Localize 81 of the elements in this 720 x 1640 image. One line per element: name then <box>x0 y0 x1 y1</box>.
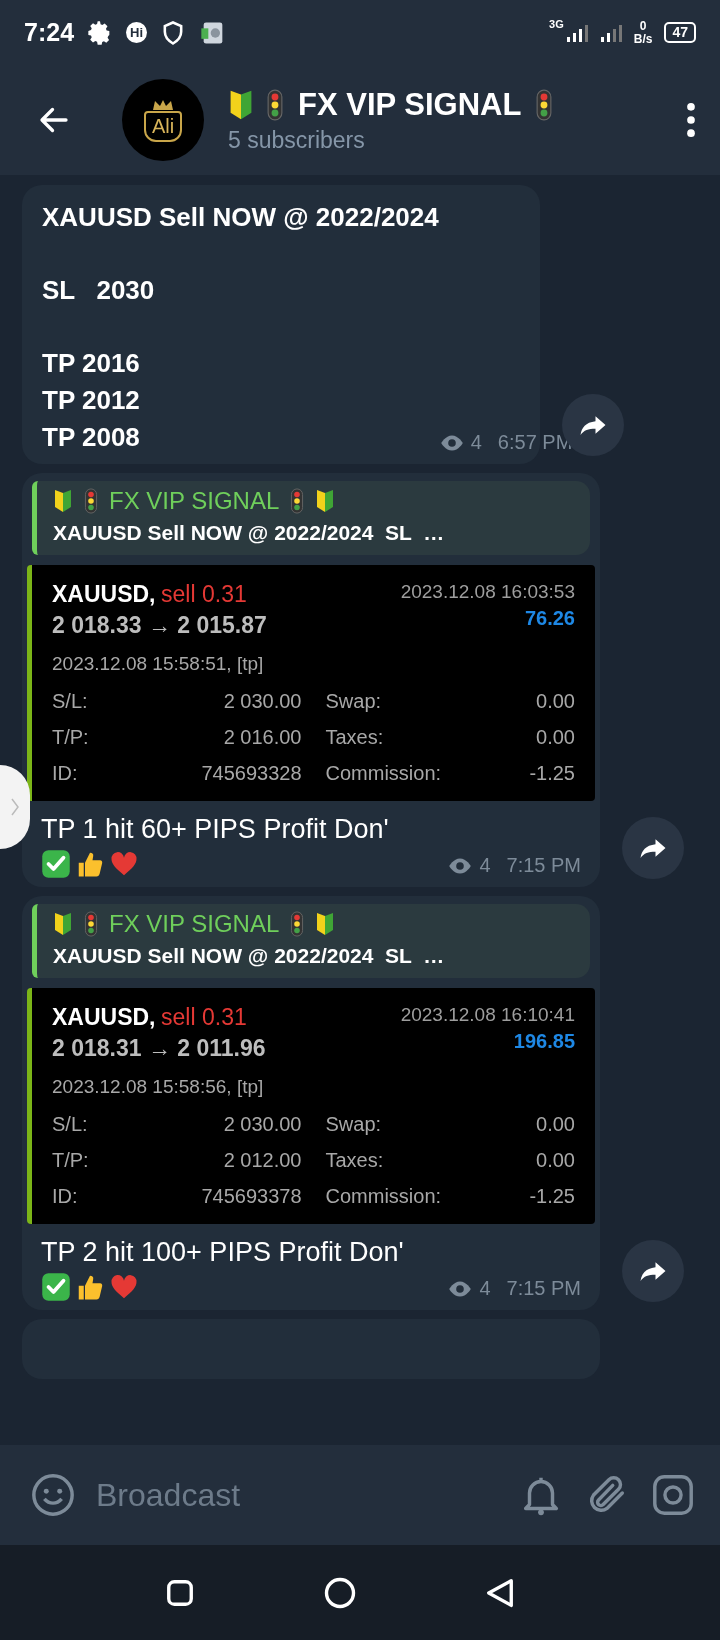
field-label: ID: <box>52 761 78 785</box>
view-count: 4 <box>479 854 491 877</box>
beginner-badge-icon <box>315 488 336 514</box>
close-time: 2023.12.08 16:03:53 <box>400 581 575 603</box>
check-mark-icon <box>41 849 71 879</box>
trade-screenshot[interactable]: XAUUSD, sell 0.31 2 018.33 → 2 015.87 2023.12.08 16:03:53 76.26 2023.12.08 15:58:51, [tp] S/L: 2 030.00 Swap: 0.00 T/P: 2 016.00 Taxes: 0.00 ID: 745693328 Commission: -1.25 <box>27 565 595 801</box>
emoji-icon[interactable] <box>30 1472 76 1518</box>
field-label: T/P: <box>52 1148 89 1172</box>
message-text: SL 2030 <box>42 274 156 307</box>
trade-prices: 2 018.31 → 2 011.96 <box>52 1035 266 1062</box>
message-text: TP 1 hit 60+ PIPS Profit Don' <box>41 813 389 846</box>
trade-profit: 76.26 <box>524 607 575 630</box>
reply-text: XAUUSD Sell NOW @ 2022/2024 SL … <box>53 944 446 968</box>
view-count: 4 <box>470 431 482 454</box>
field-value: 0.00 <box>536 1148 575 1172</box>
reply-author: FX VIP SIGNAL <box>109 910 280 938</box>
reply-text: XAUUSD Sell NOW @ 2022/2024 SL … <box>53 521 446 545</box>
open-time: 2023.12.08 15:58:56, [tp] <box>52 1076 265 1098</box>
trade-screenshot[interactable]: XAUUSD, sell 0.31 2 018.31 → 2 011.96 2023.12.08 16:10:41 196.85 2023.12.08 15:58:56, [tp] S/L: 2 030.00 Swap: 0.00 T/P: 2 012.00 Taxes: 0.00 ID: 745693378 Commission: -1.25 <box>27 988 595 1224</box>
open-time: 2023.12.08 15:58:51, [tp] <box>52 653 265 675</box>
field-value: 2 012.00 <box>223 1148 302 1172</box>
field-value: 745693378 <box>201 1184 302 1208</box>
crown-icon <box>151 98 175 111</box>
status-time: 7:24 <box>24 18 75 47</box>
speed-value: 0 <box>639 19 647 33</box>
signal-icon <box>599 22 622 43</box>
message-text: TP 2016 <box>42 347 141 380</box>
field-value: -1.25 <box>529 1184 575 1208</box>
signal-icon <box>565 22 588 43</box>
chat-app-badge: Hi <box>126 22 148 43</box>
trade-symbol: XAUUSD, <box>52 1004 156 1030</box>
channel-avatar[interactable]: Ali <box>122 79 204 161</box>
trade-profit: 196.85 <box>513 1030 575 1053</box>
trade-prices: 2 018.33 → 2 015.87 <box>52 612 267 639</box>
message-time: 7:15 PM <box>506 854 581 877</box>
field-label: Swap: <box>325 689 382 713</box>
channel-title: FX VIP SIGNAL <box>298 86 522 123</box>
field-label: S/L: <box>52 689 88 713</box>
check-mark-icon <box>41 1272 71 1302</box>
message-time: 7:15 PM <box>506 1277 581 1300</box>
view-count: 4 <box>479 1277 491 1300</box>
reply-quote[interactable]: FX VIP SIGNAL XAUUSD Sell NOW @ 2022/2024 SL … <box>32 904 590 978</box>
field-label: T/P: <box>52 725 89 749</box>
field-value: 0.00 <box>536 1112 575 1136</box>
field-value: 2 030.00 <box>223 1112 302 1136</box>
network-type: 3G <box>549 18 564 30</box>
field-label: Commission: <box>325 761 442 785</box>
swipe-handle[interactable] <box>0 765 30 849</box>
beginner-badge-icon <box>53 488 73 514</box>
field-label: Commission: <box>325 1184 442 1208</box>
subscriber-count: 5 subscribers <box>228 126 366 154</box>
field-label: S/L: <box>52 1112 88 1136</box>
field-label: ID: <box>52 1184 78 1208</box>
field-value: 745693328 <box>201 761 302 785</box>
field-value: -1.25 <box>529 761 575 785</box>
speed-unit: B/s <box>633 32 653 46</box>
field-label: Swap: <box>325 1112 382 1136</box>
trade-side: sell 0.31 <box>161 581 247 607</box>
beginner-badge-icon <box>53 911 73 937</box>
views-eye-icon <box>438 433 465 452</box>
field-value: 0.00 <box>536 689 575 713</box>
field-value: 2 016.00 <box>223 725 302 749</box>
avatar-text: Ali <box>143 110 183 142</box>
battery-level: 47 <box>664 22 696 43</box>
message-text: TP 2012 <box>42 384 141 417</box>
field-label: Taxes: <box>325 1148 384 1172</box>
camera-icon[interactable] <box>650 1472 696 1518</box>
message-text: XAUUSD Sell NOW @ 2022/2024 <box>42 201 439 234</box>
trade-side: sell 0.31 <box>161 1004 247 1030</box>
reply-quote[interactable]: FX VIP SIGNAL XAUUSD Sell NOW @ 2022/2024 SL … <box>32 481 590 555</box>
message-text: TP 2 hit 100+ PIPS Profit Don' <box>41 1236 404 1269</box>
reply-author: FX VIP SIGNAL <box>109 487 280 515</box>
beginner-badge-icon <box>315 911 336 937</box>
field-value: 2 030.00 <box>223 689 302 713</box>
menu-icon[interactable] <box>686 102 696 138</box>
trade-symbol: XAUUSD, <box>52 581 156 607</box>
close-time: 2023.12.08 16:10:41 <box>400 1004 575 1026</box>
message-text: TP 2008 <box>42 421 141 454</box>
field-value: 0.00 <box>536 725 575 749</box>
field-label: Taxes: <box>325 725 384 749</box>
beginner-badge-icon <box>228 88 254 121</box>
